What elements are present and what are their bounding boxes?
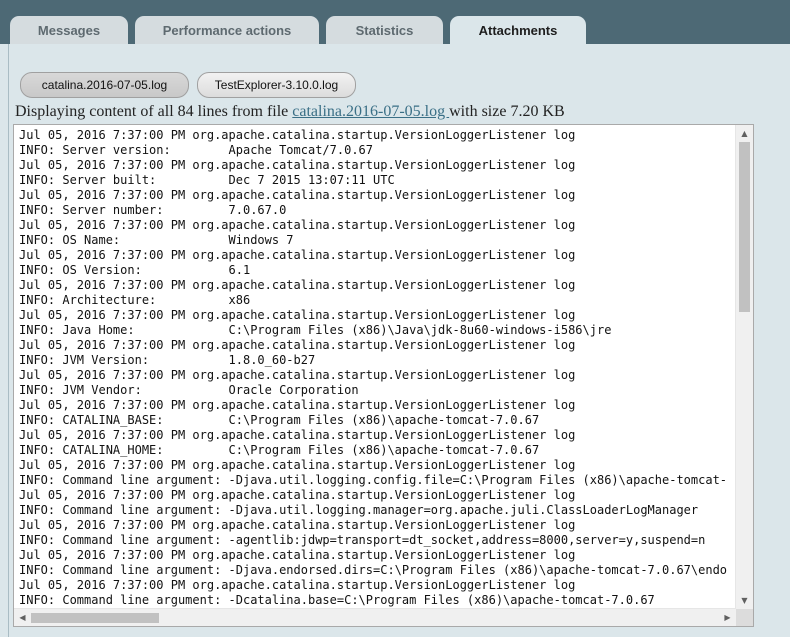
log-line: INFO: Command line argument: -Dcatalina.… [19, 593, 655, 607]
tab-messages[interactable]: Messages [10, 16, 128, 44]
log-line: INFO: JVM Version: 1.8.0_60-b27 [19, 353, 316, 367]
log-line: Jul 05, 2016 7:37:00 PM org.apache.catal… [19, 368, 576, 382]
log-line: Jul 05, 2016 7:37:00 PM org.apache.catal… [19, 278, 576, 292]
tab-attachments[interactable]: Attachments [450, 16, 586, 44]
log-line: INFO: Server number: 7.0.67.0 [19, 203, 287, 217]
log-line: INFO: CATALINA_HOME: C:\Program Files (x… [19, 443, 540, 457]
log-line: INFO: CATALINA_BASE: C:\Program Files (x… [19, 413, 540, 427]
log-line: Jul 05, 2016 7:37:00 PM org.apache.catal… [19, 398, 576, 412]
log-content-viewer[interactable]: Jul 05, 2016 7:37:00 PM org.apache.catal… [13, 124, 754, 627]
file-info-suffix: with size 7.20 KB [449, 103, 565, 120]
log-line: INFO: Command line argument: -Djava.util… [19, 473, 728, 487]
horizontal-scroll-thumb[interactable] [31, 613, 159, 623]
log-line: INFO: Command line argument: -agentlib:j… [19, 533, 706, 547]
file-download-link[interactable]: catalina.2016-07-05.log [292, 103, 449, 120]
log-line: Jul 05, 2016 7:37:00 PM org.apache.catal… [19, 248, 576, 262]
file-button-catalina-log[interactable]: catalina.2016-07-05.log [20, 72, 189, 98]
log-line: Jul 05, 2016 7:37:00 PM org.apache.catal… [19, 488, 576, 502]
log-line: INFO: Command line argument: -Djava.util… [19, 503, 699, 517]
log-line: Jul 05, 2016 7:37:00 PM org.apache.catal… [19, 338, 576, 352]
log-line: INFO: Java Home: C:\Program Files (x86)\… [19, 323, 612, 337]
scroll-right-arrow-icon[interactable]: ▶ [719, 609, 736, 626]
log-line: Jul 05, 2016 7:37:00 PM org.apache.catal… [19, 518, 576, 532]
vertical-scroll-thumb[interactable] [739, 142, 750, 312]
log-line: Jul 05, 2016 7:37:00 PM org.apache.catal… [19, 218, 576, 232]
log-line: INFO: Server built: Dec 7 2015 13:07:11 … [19, 173, 395, 187]
log-line: Jul 05, 2016 7:37:00 PM org.apache.catal… [19, 308, 576, 322]
file-button-testexplorer-log[interactable]: TestExplorer-3.10.0.log [197, 72, 356, 98]
tab-statistics[interactable]: Statistics [326, 16, 443, 44]
file-info-line: Displaying content of all 84 lines from … [15, 103, 565, 123]
log-line: INFO: Server version: Apache Tomcat/7.0.… [19, 143, 374, 157]
tab-bar: Messages Performance actions Statistics … [0, 0, 790, 44]
file-info-prefix: Displaying content of all 84 lines from … [15, 103, 293, 120]
log-line: Jul 05, 2016 7:37:00 PM org.apache.catal… [19, 548, 576, 562]
log-text: Jul 05, 2016 7:37:00 PM org.apache.catal… [19, 128, 737, 608]
log-line: Jul 05, 2016 7:37:00 PM org.apache.catal… [19, 188, 576, 202]
log-line: Jul 05, 2016 7:37:00 PM org.apache.catal… [19, 578, 576, 592]
vertical-scrollbar[interactable]: ▲ ▼ [735, 125, 753, 609]
scroll-up-arrow-icon[interactable]: ▲ [736, 125, 753, 142]
log-line: Jul 05, 2016 7:37:00 PM org.apache.catal… [19, 158, 576, 172]
log-line: INFO: JVM Vendor: Oracle Corporation [19, 383, 359, 397]
log-line: Jul 05, 2016 7:37:00 PM org.apache.catal… [19, 128, 576, 142]
log-line: INFO: OS Version: 6.1 [19, 263, 251, 277]
log-line: INFO: Command line argument: -Djava.endo… [19, 563, 728, 577]
scrollbar-corner [736, 609, 753, 626]
horizontal-scrollbar[interactable]: ◀ ▶ [14, 608, 736, 626]
scroll-left-arrow-icon[interactable]: ◀ [14, 609, 31, 626]
log-line: Jul 05, 2016 7:37:00 PM org.apache.catal… [19, 458, 576, 472]
scroll-down-arrow-icon[interactable]: ▼ [736, 592, 753, 609]
log-line: INFO: OS Name: Windows 7 [19, 233, 294, 247]
log-line: Jul 05, 2016 7:37:00 PM org.apache.catal… [19, 428, 576, 442]
tab-performance-actions[interactable]: Performance actions [135, 16, 319, 44]
log-line: INFO: Architecture: x86 [19, 293, 251, 307]
